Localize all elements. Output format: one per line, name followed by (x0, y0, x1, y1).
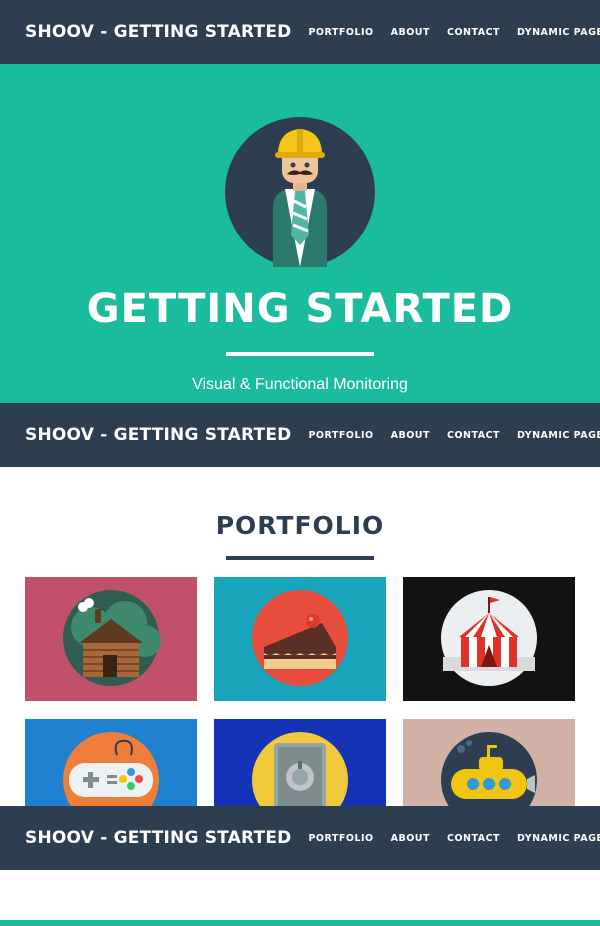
nav-link-dynamic-page[interactable]: DYNAMIC PAGE (517, 27, 600, 38)
nav-links: PORTFOLIO ABOUT CONTACT DYNAMIC PAGE (291, 27, 600, 38)
nav-link-contact[interactable]: CONTACT (447, 27, 500, 38)
portfolio-divider (226, 556, 374, 560)
navbar-brand[interactable]: SHOOV - GETTING STARTED (25, 828, 291, 848)
portfolio-item-cake[interactable] (214, 577, 386, 701)
nav-link-about[interactable]: ABOUT (391, 430, 430, 441)
navbar-brand[interactable]: SHOOV - GETTING STARTED (25, 425, 291, 445)
hero-divider (226, 352, 374, 356)
nav-links: PORTFOLIO ABOUT CONTACT DYNAMIC PAGE (291, 833, 600, 844)
nav-link-contact[interactable]: CONTACT (447, 833, 500, 844)
circus-tent-icon (441, 590, 537, 686)
hero-section: GETTING STARTED Visual & Functional Moni… (0, 64, 600, 403)
avatar-worker-icon (225, 117, 375, 267)
navbar-bottom: SHOOV - GETTING STARTED PORTFOLIO ABOUT … (0, 806, 600, 870)
navbar-middle: SHOOV - GETTING STARTED PORTFOLIO ABOUT … (0, 403, 600, 467)
nav-link-portfolio[interactable]: PORTFOLIO (308, 833, 373, 844)
hero-title: GETTING STARTED (86, 286, 514, 332)
nav-link-about[interactable]: ABOUT (391, 27, 430, 38)
portfolio-item-cabin[interactable] (25, 577, 197, 701)
nav-link-about[interactable]: ABOUT (391, 833, 430, 844)
nav-link-contact[interactable]: CONTACT (447, 430, 500, 441)
nav-link-portfolio[interactable]: PORTFOLIO (308, 27, 373, 38)
portfolio-heading: PORTFOLIO (215, 511, 385, 540)
accent-strip (0, 920, 600, 926)
navbar-brand[interactable]: SHOOV - GETTING STARTED (25, 22, 291, 42)
hero-subtitle: Visual & Functional Monitoring (192, 376, 408, 393)
page-bottom (0, 870, 600, 926)
portfolio-item-circus[interactable] (403, 577, 575, 701)
nav-link-dynamic-page[interactable]: DYNAMIC PAGE (517, 833, 600, 844)
cake-icon (252, 590, 348, 686)
portfolio-section: PORTFOLIO (0, 467, 600, 843)
navbar-top: SHOOV - GETTING STARTED PORTFOLIO ABOUT … (0, 0, 600, 64)
nav-link-dynamic-page[interactable]: DYNAMIC PAGE (517, 430, 600, 441)
nav-links: PORTFOLIO ABOUT CONTACT DYNAMIC PAGE (291, 430, 600, 441)
nav-link-portfolio[interactable]: PORTFOLIO (308, 430, 373, 441)
